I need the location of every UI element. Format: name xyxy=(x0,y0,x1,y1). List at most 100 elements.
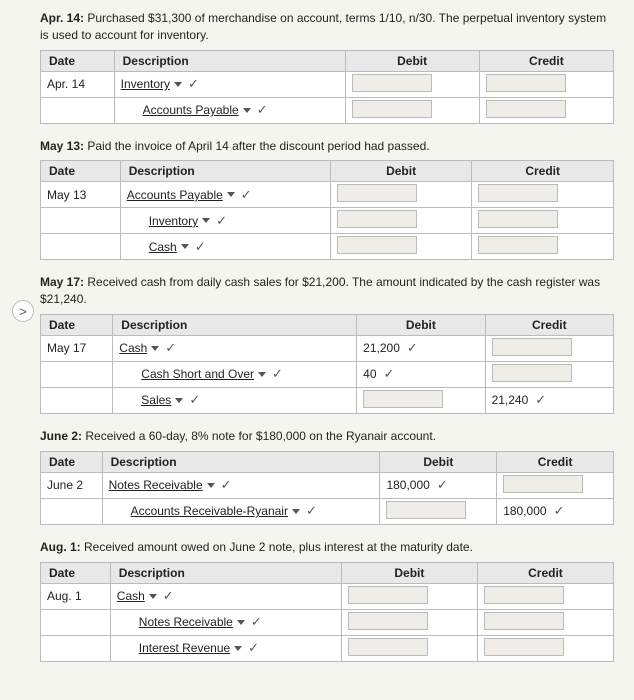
debit-cell[interactable] xyxy=(341,583,477,609)
table-row: Cash Short and Over ✓ 40 ✓ xyxy=(41,361,614,387)
col-description: Description xyxy=(110,562,341,583)
debit-cell[interactable] xyxy=(380,498,497,524)
col-credit: Credit xyxy=(479,50,613,71)
inventory-dropdown[interactable]: Inventory xyxy=(149,214,210,228)
col-description: Description xyxy=(114,50,345,71)
desc-cell: Cash ✓ xyxy=(113,335,357,361)
col-debit: Debit xyxy=(345,50,479,71)
check-icon: ✓ xyxy=(535,392,546,408)
col-credit: Credit xyxy=(477,562,613,583)
desc-cell: Accounts Receivable-Ryanair ✓ xyxy=(102,498,380,524)
chevron-down-icon xyxy=(207,483,215,488)
cash-dropdown[interactable]: Cash xyxy=(119,341,159,355)
cash-dropdown[interactable]: Cash xyxy=(117,589,157,603)
table-row: Sales ✓ 21,240 ✓ xyxy=(41,387,614,413)
check-icon: ✓ xyxy=(163,588,174,604)
credit-cell[interactable] xyxy=(477,635,613,661)
inventory-dropdown[interactable]: Inventory xyxy=(121,77,182,91)
aug1-intro: Aug. 1: Received amount owed on June 2 n… xyxy=(40,539,614,556)
chevron-right-icon: > xyxy=(19,304,27,319)
debit-cell[interactable] xyxy=(330,208,472,234)
debit-cell[interactable] xyxy=(345,71,479,97)
desc-cell: Notes Receivable ✓ xyxy=(102,472,380,498)
date-cell xyxy=(41,609,111,635)
section-may13: May 13: Paid the invoice of April 14 aft… xyxy=(40,138,614,261)
desc-cell: Cash Short and Over ✓ xyxy=(113,361,357,387)
col-credit: Credit xyxy=(472,161,614,182)
date-cell: Apr. 14 xyxy=(41,71,115,97)
section-apr14: Apr. 14: Purchased $31,300 of merchandis… xyxy=(40,10,614,124)
credit-cell[interactable] xyxy=(497,472,614,498)
date-cell xyxy=(41,97,115,123)
debit-value: 180,000 xyxy=(386,478,429,492)
chevron-down-icon xyxy=(175,398,183,403)
desc-cell: Inventory ✓ xyxy=(120,208,330,234)
chevron-down-icon xyxy=(258,372,266,377)
cash-short-over-dropdown[interactable]: Cash Short and Over xyxy=(141,367,266,381)
col-description: Description xyxy=(120,161,330,182)
notes-receivable-dropdown[interactable]: Notes Receivable xyxy=(139,615,245,629)
table-row: May 13 Accounts Payable ✓ xyxy=(41,182,614,208)
check-icon: ✓ xyxy=(165,340,176,356)
chevron-down-icon xyxy=(202,218,210,223)
apr14-table: Date Description Debit Credit Apr. 14 In… xyxy=(40,50,614,124)
credit-cell[interactable] xyxy=(472,208,614,234)
chevron-down-icon xyxy=(243,108,251,113)
section-aug1: Aug. 1: Received amount owed on June 2 n… xyxy=(40,539,614,662)
chevron-down-icon xyxy=(149,594,157,599)
date-cell xyxy=(41,208,121,234)
credit-cell[interactable] xyxy=(477,583,613,609)
nav-left-arrow[interactable]: > xyxy=(12,300,34,322)
credit-cell[interactable] xyxy=(485,361,613,387)
section-jun2: June 2: Received a 60-day, 8% note for $… xyxy=(40,428,614,525)
desc-cell: Sales ✓ xyxy=(113,387,357,413)
accounts-payable-dropdown[interactable]: Accounts Payable xyxy=(143,103,251,117)
check-icon: ✓ xyxy=(248,640,259,656)
check-icon: ✓ xyxy=(188,76,199,92)
check-icon: ✓ xyxy=(272,366,283,382)
credit-cell[interactable] xyxy=(477,609,613,635)
credit-cell[interactable] xyxy=(485,335,613,361)
desc-cell: Interest Revenue ✓ xyxy=(110,635,341,661)
date-cell: May 17 xyxy=(41,335,113,361)
table-row: Apr. 14 Inventory ✓ xyxy=(41,71,614,97)
may13-table: Date Description Debit Credit May 13 Acc… xyxy=(40,160,614,260)
aug1-table: Date Description Debit Credit Aug. 1 Cas… xyxy=(40,562,614,662)
check-icon: ✓ xyxy=(437,477,448,493)
credit-cell[interactable] xyxy=(472,182,614,208)
credit-value: 180,000 xyxy=(503,504,546,518)
interest-revenue-dropdown[interactable]: Interest Revenue xyxy=(139,641,242,655)
credit-cell[interactable] xyxy=(472,234,614,260)
date-cell xyxy=(41,498,103,524)
chevron-down-icon xyxy=(227,192,235,197)
credit-cell[interactable] xyxy=(479,71,613,97)
table-row: Interest Revenue ✓ xyxy=(41,635,614,661)
debit-cell[interactable] xyxy=(330,182,472,208)
debit-cell[interactable] xyxy=(345,97,479,123)
debit-cell[interactable] xyxy=(330,234,472,260)
date-cell: June 2 xyxy=(41,472,103,498)
check-icon: ✓ xyxy=(221,477,232,493)
debit-cell[interactable] xyxy=(341,609,477,635)
jun2-intro: June 2: Received a 60-day, 8% note for $… xyxy=(40,428,614,445)
accounts-payable-dropdown[interactable]: Accounts Payable xyxy=(127,188,235,202)
date-cell xyxy=(41,635,111,661)
may13-intro: May 13: Paid the invoice of April 14 aft… xyxy=(40,138,614,155)
accounts-receivable-ryanair-dropdown[interactable]: Accounts Receivable-Ryanair xyxy=(131,504,300,518)
desc-cell: Accounts Payable ✓ xyxy=(120,182,330,208)
table-row: Accounts Receivable-Ryanair ✓ 180,000 ✓ xyxy=(41,498,614,524)
notes-receivable-dropdown[interactable]: Notes Receivable xyxy=(109,478,215,492)
table-row: May 17 Cash ✓ 21,200 ✓ xyxy=(41,335,614,361)
col-date: Date xyxy=(41,161,121,182)
credit-cell[interactable] xyxy=(479,97,613,123)
sales-dropdown[interactable]: Sales xyxy=(141,393,183,407)
check-icon: ✓ xyxy=(195,239,206,255)
cash-dropdown[interactable]: Cash xyxy=(149,240,189,254)
col-debit: Debit xyxy=(380,451,497,472)
debit-cell[interactable] xyxy=(341,635,477,661)
desc-cell: Accounts Payable ✓ xyxy=(114,97,345,123)
debit-cell[interactable] xyxy=(357,387,485,413)
may17-intro: May 17: Received cash from daily cash sa… xyxy=(40,274,614,308)
credit-cell: 180,000 ✓ xyxy=(497,498,614,524)
desc-cell: Notes Receivable ✓ xyxy=(110,609,341,635)
